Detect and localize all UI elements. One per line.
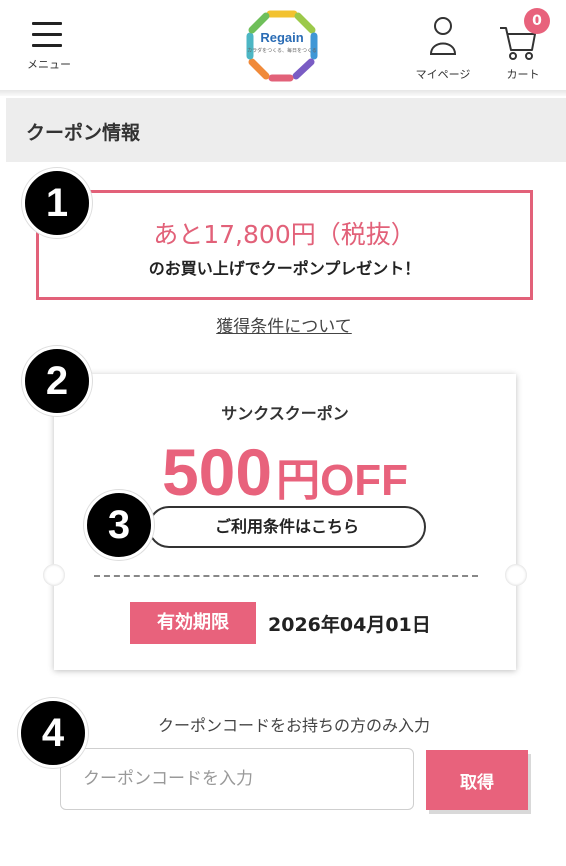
ticket-divider xyxy=(94,575,478,577)
user-icon xyxy=(429,17,457,55)
usage-conditions-button[interactable]: ご利用条件はこちら xyxy=(148,506,426,548)
promo-box: あと17,800円（税抜） のお買い上げでクーポンプレゼント！ xyxy=(36,190,533,300)
step-badge-1: 1 xyxy=(22,168,92,238)
ticket-notch-right xyxy=(505,564,527,586)
section-header: クーポン情報 xyxy=(6,98,566,162)
header-divider xyxy=(0,90,566,96)
site-header: メニュー Regain カラダをつくる、毎日をつくる マイページ 0 カート xyxy=(0,0,566,92)
expiry-label: 有効期限 xyxy=(130,602,256,644)
site-logo[interactable]: Regain カラダをつくる、毎日をつくる xyxy=(240,6,324,84)
remaining-amount: あと17,800円（税抜） xyxy=(153,220,416,249)
cart-count-badge: 0 xyxy=(524,8,550,34)
hamburger-icon xyxy=(32,22,64,48)
expiry-date: 2026年04月01日 xyxy=(268,614,431,636)
ticket-notch-left xyxy=(43,564,65,586)
step-badge-4: 4 xyxy=(18,698,88,768)
menu-label: メニュー xyxy=(27,58,71,71)
step-badge-3: 3 xyxy=(84,490,154,560)
logo-text: Regain xyxy=(260,30,304,45)
acquisition-conditions-link[interactable]: 獲得条件について xyxy=(200,312,368,337)
coupon-off: OFF xyxy=(320,456,409,505)
logo-ring-icon xyxy=(246,10,318,82)
mypage-label: マイページ xyxy=(415,68,471,81)
coupon-name: サンクスクーポン xyxy=(221,404,349,423)
cart-label: カート xyxy=(506,68,540,81)
promo-message: のお買い上げでクーポンプレゼント！ xyxy=(148,259,421,278)
cart-button[interactable]: 0 カート xyxy=(492,8,554,82)
coupon-amount: 500 xyxy=(161,435,273,509)
logo-tagline: カラダをつくる、毎日をつくる xyxy=(247,48,317,54)
get-coupon-button[interactable]: 取得 xyxy=(426,750,528,810)
coupon-unit: 円 xyxy=(276,455,321,506)
mypage-button[interactable]: マイページ xyxy=(406,16,480,82)
step-badge-2: 2 xyxy=(22,346,92,416)
menu-button[interactable]: メニュー xyxy=(20,18,78,74)
page-title: クーポン情報 xyxy=(26,122,141,144)
coupon-code-input[interactable] xyxy=(60,748,414,810)
